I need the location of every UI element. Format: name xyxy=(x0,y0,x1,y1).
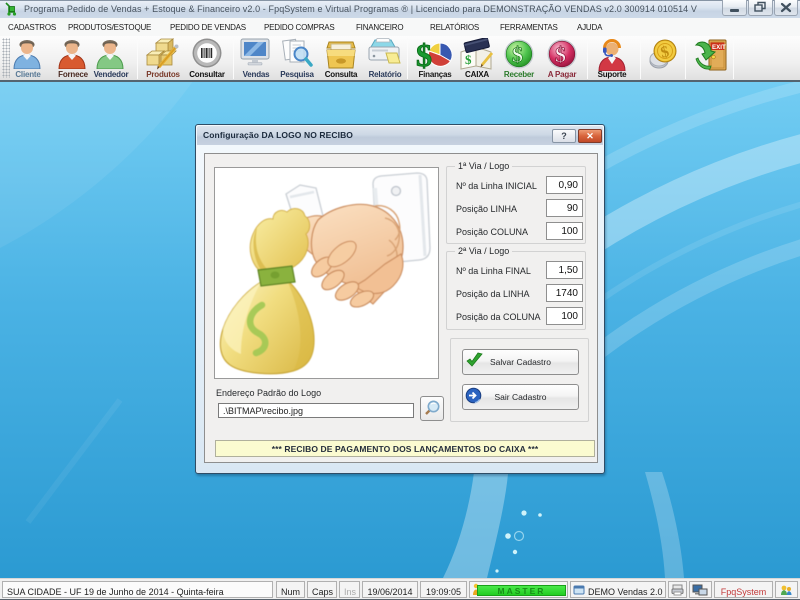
svg-text:$: $ xyxy=(512,42,523,67)
svg-text:$: $ xyxy=(416,38,432,70)
svg-text:$: $ xyxy=(465,52,472,67)
svg-text:$: $ xyxy=(555,42,566,67)
svg-text:EXIT: EXIT xyxy=(712,44,726,51)
